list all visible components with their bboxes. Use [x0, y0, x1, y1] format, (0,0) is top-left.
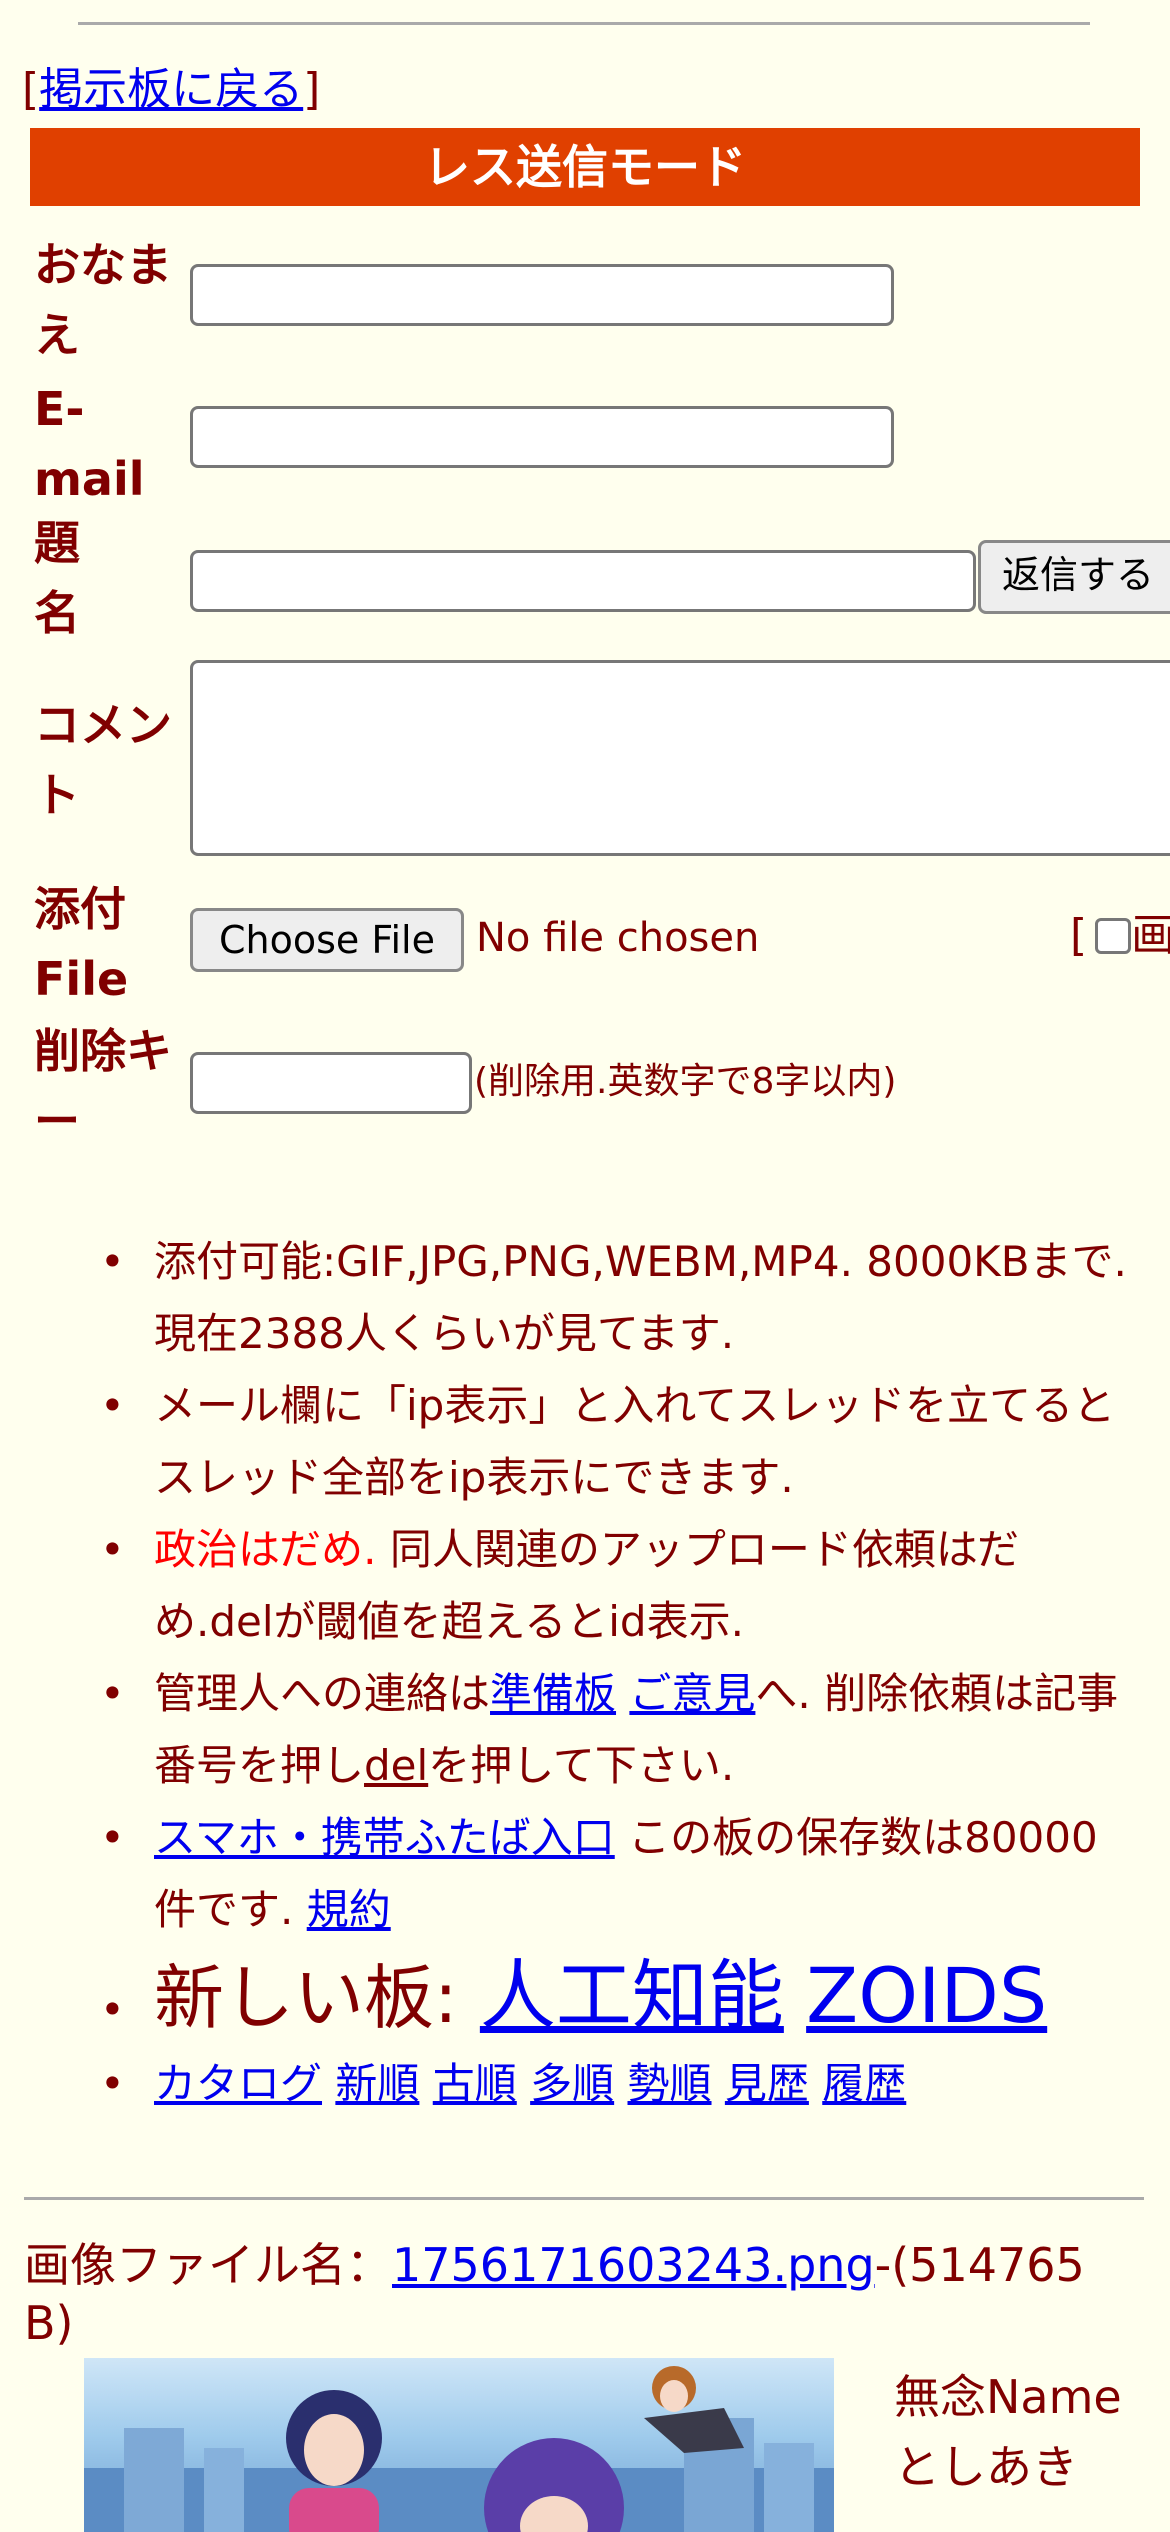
delete-key-input[interactable] [190, 1052, 472, 1114]
poster-name: としあき [894, 2440, 1078, 2494]
sort-new-link[interactable]: 新順 [335, 2059, 419, 2108]
note-mobile: スマホ・携帯ふたば入口 この板の保存数は80000件です. 規約 [0, 1802, 1170, 1946]
prep-board-link[interactable]: 準備板 [490, 1669, 616, 1718]
mobile-entrance-link[interactable]: スマホ・携帯ふたば入口 [154, 1813, 615, 1862]
thread-divider [24, 2197, 1144, 2200]
ai-board-link[interactable]: 人工知能 [480, 1951, 784, 2040]
delete-key-label: 削除キー [34, 1024, 172, 1148]
history-link[interactable]: 履歴 [822, 2059, 906, 2108]
note-catalog-links: カタログ 新順 古順 多順 勢順 見歴 履歴 [0, 2048, 1170, 2120]
note-new-boards: 新しい板: 人工知能 ZOIDS [0, 1946, 1170, 2060]
image-filename-line: 画像ファイル名：1756171603243.png-(514765 B) [24, 2238, 1085, 2350]
file-label: 添付File [34, 882, 129, 1006]
reply-mode-banner: レス送信モード [30, 128, 1140, 206]
choose-file-button[interactable]: Choose File [190, 908, 464, 972]
back-to-board-link[interactable]: 掲示板に戻る [39, 64, 303, 115]
feedback-link[interactable]: ご意見 [629, 1669, 755, 1718]
file-status: No file chosen [476, 915, 760, 961]
sort-old-link[interactable]: 古順 [433, 2059, 517, 2108]
name-input[interactable] [190, 264, 894, 326]
del-term: del [364, 1741, 429, 1790]
back-to-board: [掲示板に戻る] [22, 64, 321, 115]
top-divider [78, 22, 1090, 25]
note-contact: 管理人への連絡は準備板 ご意見へ. 削除依頼は記事番号を押しdelを押して下さい… [0, 1658, 1170, 1802]
sort-many-link[interactable]: 多順 [530, 2059, 614, 2108]
delete-key-note: (削除用.英数字で8字以内) [474, 1061, 897, 1102]
comment-textarea[interactable] [190, 660, 1170, 856]
attach-option-label: 画 [1131, 910, 1170, 961]
attach-option-checkbox[interactable] [1095, 918, 1132, 954]
subject-input[interactable] [190, 550, 976, 612]
image-file-link[interactable]: 1756171603243.png [392, 2238, 875, 2292]
sort-momentum-link[interactable]: 勢順 [628, 2059, 712, 2108]
catalog-link[interactable]: カタログ [154, 2059, 322, 2108]
zoids-board-link[interactable]: ZOIDS [806, 1951, 1047, 2040]
thread-image-thumbnail[interactable] [84, 2358, 834, 2532]
thumbnail-art [84, 2366, 834, 2532]
poster-info: 無念Name としあき [894, 2362, 1122, 2502]
comment-label: コメント [34, 698, 172, 822]
attach-option: [画 [1070, 904, 1170, 968]
viewed-history-link[interactable]: 見歴 [725, 2059, 809, 2108]
terms-link[interactable]: 規約 [307, 1885, 391, 1934]
no-politics-warning: 政治はだめ. [154, 1525, 377, 1574]
name-label: おなまえ [34, 238, 172, 362]
board-notes: 添付可能:GIF,JPG,PNG,WEBM,MP4. 8000KBまで. 現在2… [0, 1226, 1170, 2120]
post-name-label: 無念Name [894, 2370, 1122, 2424]
note-rules: 政治はだめ. 同人関連のアップロード依頼はだめ.delが閾値を超えるとid表示. [0, 1514, 1170, 1658]
email-input[interactable] [190, 406, 894, 468]
reply-submit-button[interactable]: 返信する [978, 540, 1170, 614]
note-attachments: 添付可能:GIF,JPG,PNG,WEBM,MP4. 8000KBまで. 現在2… [0, 1226, 1170, 1370]
email-label: E-mail [34, 382, 145, 506]
subject-label: 題名 [34, 516, 80, 640]
note-ip-display: メール欄に「ip表示」と入れてスレッドを立てるとスレッド全部をip表示にできます… [0, 1370, 1170, 1514]
